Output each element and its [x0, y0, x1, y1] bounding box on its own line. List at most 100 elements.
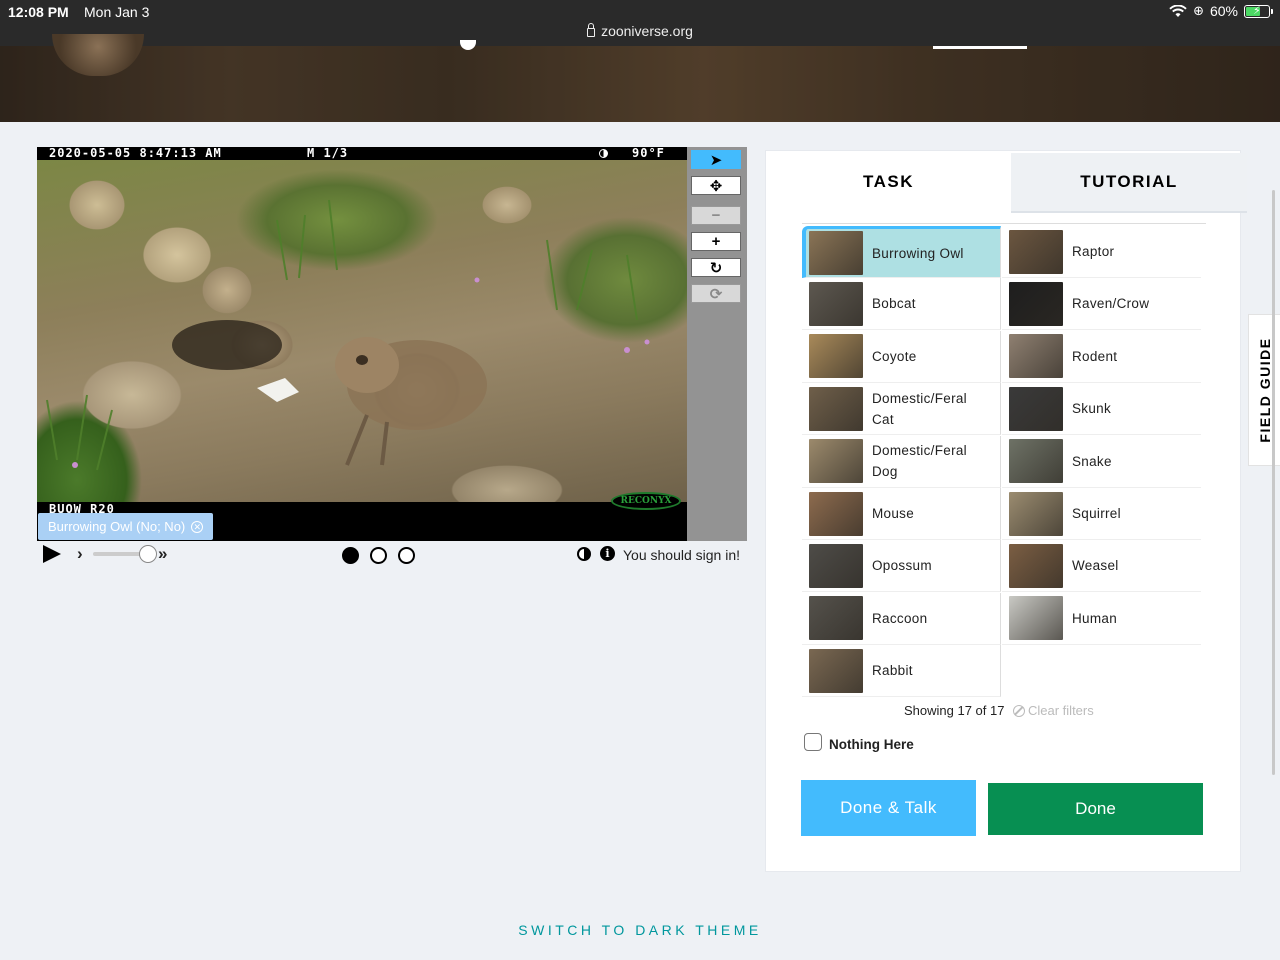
choice-label: Rabbit	[872, 663, 913, 679]
zoom-in-tool[interactable]: +	[691, 232, 741, 251]
choice-thumbnail	[1009, 229, 1063, 274]
move-tool[interactable]: ✥	[691, 176, 741, 195]
task-panel: TASK TUTORIAL Burrowing Owl Raptor Bobcat R…	[765, 150, 1247, 872]
info-icon[interactable]: i	[600, 546, 615, 561]
choice-thumbnail	[1009, 491, 1063, 536]
choice-label: Weasel	[1072, 558, 1119, 574]
slower-icon[interactable]: ›	[77, 544, 83, 564]
choice-label: Bobcat	[872, 296, 916, 312]
choice-opossum[interactable]: Opossum	[802, 540, 1001, 593]
choice-thumbnail	[1009, 596, 1063, 641]
minus-icon: −	[711, 207, 721, 224]
choice-label: Raven/Crow	[1072, 296, 1150, 312]
choice-thumbnail	[809, 648, 863, 693]
camera-frame-counter: M 1/3	[307, 146, 349, 160]
choice-label: Raccoon	[872, 610, 928, 626]
clear-filters-button[interactable]: Clear filters	[1013, 703, 1094, 718]
choice-coyote[interactable]: Coyote	[802, 330, 1001, 383]
choice-thumbnail	[1009, 439, 1063, 484]
choice-label: Burrowing Owl	[872, 245, 964, 261]
subject-viewer[interactable]: 2020-05-05 8:47:13 AM M 1/3 90°F BUOW R2…	[37, 147, 687, 541]
choice-label: Skunk	[1072, 401, 1112, 417]
field-guide-label: FIELD GUIDE	[1256, 337, 1273, 443]
frame-dot-2[interactable]	[370, 547, 387, 564]
choice-thumbnail	[1009, 543, 1063, 588]
choice-label: Mouse	[872, 506, 915, 521]
switch-dark-theme-link[interactable]: SWITCH TO DARK THEME	[0, 922, 1280, 938]
choices-divider	[802, 223, 1206, 224]
rotate-tool[interactable]: ↻	[691, 258, 741, 277]
tab-tutorial[interactable]: TUTORIAL	[1011, 153, 1247, 213]
done-button[interactable]: Done	[988, 783, 1203, 835]
rotate-icon: ↻	[709, 259, 723, 277]
wifi-icon	[1169, 4, 1187, 17]
choice-bobcat[interactable]: Bobcat	[802, 278, 1001, 331]
choice-label: Raptor	[1072, 244, 1115, 259]
subject-image-art	[46, 199, 650, 471]
project-avatar[interactable]	[52, 34, 144, 76]
tab-task[interactable]: TASK	[766, 151, 1011, 213]
choice-rodent[interactable]: Rodent	[1002, 331, 1201, 383]
camera-temperature: 90°F	[632, 146, 665, 160]
choice-label: Opossum	[872, 558, 932, 574]
choice-weasel[interactable]: Weasel	[1002, 540, 1201, 593]
showing-count: Showing 17 of 17	[904, 703, 1005, 718]
choice-raven-crow[interactable]: Raven/Crow	[1002, 278, 1201, 331]
choice-label: Rodent	[1072, 348, 1118, 364]
choice-raccoon[interactable]: Raccoon	[802, 592, 1001, 645]
status-date: Mon Jan 3	[84, 4, 150, 20]
project-title-fragment	[460, 40, 476, 50]
choice-thumbnail	[809, 596, 863, 641]
orientation-lock-icon: ⊕	[1193, 3, 1204, 18]
subject-image[interactable]	[37, 160, 687, 502]
pointer-tool[interactable]: ➤	[691, 150, 741, 169]
speed-slider-handle[interactable]	[139, 545, 157, 563]
nothing-here-label[interactable]: Nothing Here	[829, 737, 914, 752]
plus-icon: +	[711, 233, 721, 250]
lock-icon	[587, 23, 596, 37]
active-nav-underline	[933, 46, 1027, 49]
choice-thumbnail	[809, 334, 863, 379]
project-banner	[0, 34, 1280, 122]
choice-thumbnail	[1009, 334, 1063, 379]
frame-dot-1[interactable]	[342, 547, 359, 564]
choice-skunk[interactable]: Skunk	[1002, 383, 1201, 436]
status-time: 12:08 PM	[8, 4, 69, 20]
choice-label: Domestic/Feral Dog	[872, 443, 967, 480]
choice-squirrel[interactable]: Squirrel	[1002, 488, 1201, 540]
choice-rabbit[interactable]: Rabbit	[802, 645, 1001, 698]
zoom-out-tool[interactable]: −	[691, 206, 741, 225]
faster-icon[interactable]: »	[158, 544, 167, 564]
choice-label: Human	[1072, 610, 1118, 626]
moon-phase-icon	[599, 149, 608, 158]
contrast-icon[interactable]	[577, 547, 591, 561]
choice-thumbnail	[1009, 281, 1063, 326]
scrollbar[interactable]	[1272, 190, 1275, 775]
choice-snake[interactable]: Snake	[1002, 436, 1201, 488]
field-guide-tab[interactable]: FIELD GUIDE	[1248, 314, 1280, 466]
play-button[interactable]	[43, 545, 61, 563]
status-indicators: ⊕ 60% ⚡	[1169, 3, 1273, 19]
choice-label: Coyote	[872, 348, 917, 364]
nothing-here-checkbox[interactable]	[804, 733, 822, 751]
choice-thumbnail	[809, 543, 863, 588]
annotation-tag[interactable]: Burrowing Owl (No; No) ✕	[38, 513, 214, 540]
choice-label: Domestic/Feral Cat	[872, 390, 967, 427]
done-and-talk-button[interactable]: Done & Talk	[801, 780, 976, 836]
choice-human[interactable]: Human	[1002, 593, 1201, 645]
choice-domestic-feral-dog[interactable]: Domestic/Feral Dog	[802, 435, 1001, 488]
reset-icon: ⟳	[709, 285, 723, 303]
frame-dot-3[interactable]	[398, 547, 415, 564]
choice-raptor[interactable]: Raptor	[1002, 226, 1201, 278]
sign-in-message[interactable]: You should sign in!	[623, 547, 740, 563]
choice-domestic-feral-cat[interactable]: Domestic/Feral Cat	[802, 383, 1001, 436]
camera-header: 2020-05-05 8:47:13 AM M 1/3 90°F	[37, 147, 687, 160]
address-bar[interactable]: zooniverse.org	[0, 23, 1280, 39]
remove-annotation-icon[interactable]: ✕	[191, 520, 204, 533]
reset-tool[interactable]: ⟳	[691, 284, 741, 303]
pointer-icon: ➤	[709, 151, 723, 169]
url-text: zooniverse.org	[601, 23, 693, 39]
move-icon: ✥	[709, 177, 723, 195]
choice-mouse[interactable]: Mouse	[802, 488, 1001, 540]
choice-burrowing-owl[interactable]: Burrowing Owl	[802, 226, 1001, 278]
